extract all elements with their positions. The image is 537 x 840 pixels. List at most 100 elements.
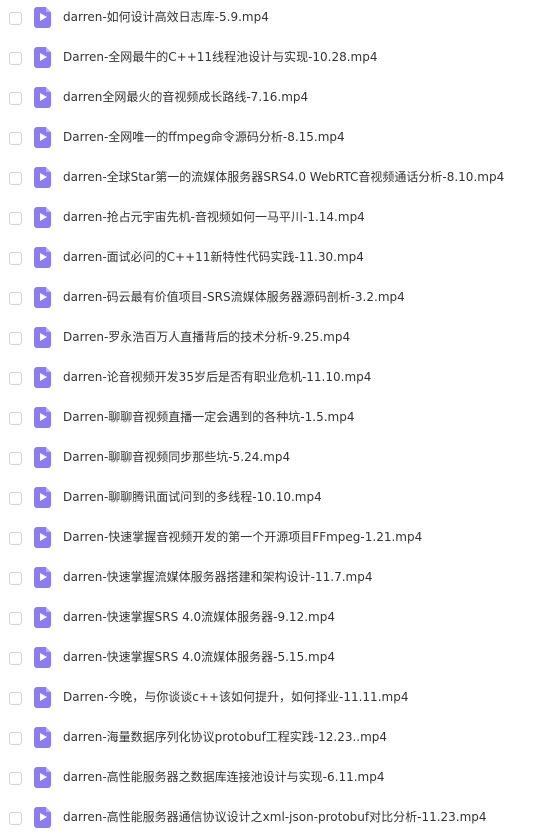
file-row[interactable]: Darren-全网唯一的ffmpeg命令源码分析-8.15.mp4 bbox=[0, 120, 537, 160]
file-row[interactable]: darren-快速掌握SRS 4.0流媒体服务器-5.15.mp4 bbox=[0, 640, 537, 680]
file-name[interactable]: Darren-今晚，与你谈谈c++该如何提升，如何择业-11.11.mp4 bbox=[63, 688, 408, 706]
video-file-icon[interactable] bbox=[34, 167, 51, 188]
file-name[interactable]: Darren-全网最牛的C++11线程池设计与实现-10.28.mp4 bbox=[63, 48, 378, 66]
video-file-icon[interactable] bbox=[34, 287, 51, 308]
file-name[interactable]: darren全网最火的音视频成长路线-7.16.mp4 bbox=[63, 88, 308, 106]
file-row[interactable]: darren-高性能服务器之数据库连接池设计与实现-6.11.mp4 bbox=[0, 760, 537, 800]
file-name[interactable]: darren-快速掌握流媒体服务器搭建和架构设计-11.7.mp4 bbox=[63, 568, 373, 586]
file-corner-fold bbox=[46, 87, 51, 92]
file-row[interactable]: darren-抢占元宇宙先机-音视频如何一马平川-1.14.mp4 bbox=[0, 200, 537, 240]
file-corner-fold bbox=[46, 487, 51, 492]
video-file-icon[interactable] bbox=[34, 7, 51, 28]
file-row[interactable]: Darren-今晚，与你谈谈c++该如何提升，如何择业-11.11.mp4 bbox=[0, 680, 537, 720]
video-file-icon[interactable] bbox=[34, 247, 51, 268]
select-checkbox[interactable] bbox=[9, 252, 22, 265]
select-checkbox[interactable] bbox=[9, 772, 22, 785]
file-row[interactable]: darren-面试必问的C++11新特性代码实践-11.30.mp4 bbox=[0, 240, 537, 280]
file-name[interactable]: Darren-全网唯一的ffmpeg命令源码分析-8.15.mp4 bbox=[63, 128, 345, 146]
video-file-icon[interactable] bbox=[34, 727, 51, 748]
video-file-icon[interactable] bbox=[34, 767, 51, 788]
file-row[interactable]: darren-快速掌握流媒体服务器搭建和架构设计-11.7.mp4 bbox=[0, 560, 537, 600]
file-corner-fold bbox=[46, 247, 51, 252]
file-row[interactable]: darren-码云最有价值项目-SRS流媒体服务器源码剖析-3.2.mp4 bbox=[0, 280, 537, 320]
select-checkbox[interactable] bbox=[9, 812, 22, 825]
video-file-icon[interactable] bbox=[34, 687, 51, 708]
video-file-icon[interactable] bbox=[34, 607, 51, 628]
file-name[interactable]: darren-高性能服务器之数据库连接池设计与实现-6.11.mp4 bbox=[63, 768, 385, 786]
file-row[interactable]: darren-全球Star第一的流媒体服务器SRS4.0 WebRTC音视频通话… bbox=[0, 160, 537, 200]
file-corner-fold bbox=[46, 367, 51, 372]
file-corner-fold bbox=[46, 207, 51, 212]
select-checkbox[interactable] bbox=[9, 52, 22, 65]
video-file-icon[interactable] bbox=[34, 487, 51, 508]
file-name[interactable]: Darren-聊聊音视频直播一定会遇到的各种坑-1.5.mp4 bbox=[63, 408, 354, 426]
file-name[interactable]: Darren-聊聊腾讯面试问到的多线程-10.10.mp4 bbox=[63, 488, 322, 506]
select-checkbox[interactable] bbox=[9, 172, 22, 185]
video-file-icon[interactable] bbox=[34, 47, 51, 68]
file-row[interactable]: Darren-聊聊腾讯面试问到的多线程-10.10.mp4 bbox=[0, 480, 537, 520]
video-file-icon[interactable] bbox=[34, 127, 51, 148]
file-row[interactable]: darren-论音视频开发35岁后是否有职业危机-11.10.mp4 bbox=[0, 360, 537, 400]
select-checkbox[interactable] bbox=[9, 572, 22, 585]
file-name[interactable]: darren-论音视频开发35岁后是否有职业危机-11.10.mp4 bbox=[63, 368, 371, 386]
select-checkbox[interactable] bbox=[9, 652, 22, 665]
play-icon bbox=[40, 213, 47, 221]
select-checkbox[interactable] bbox=[9, 292, 22, 305]
file-name[interactable]: darren-如何设计高效日志库-5.9.mp4 bbox=[63, 8, 269, 26]
select-checkbox[interactable] bbox=[9, 692, 22, 705]
select-checkbox[interactable] bbox=[9, 412, 22, 425]
file-row[interactable]: darren-快速掌握SRS 4.0流媒体服务器-9.12.mp4 bbox=[0, 600, 537, 640]
select-checkbox[interactable] bbox=[9, 92, 22, 105]
file-name[interactable]: Darren-聊聊音视频同步那些坑-5.24.mp4 bbox=[63, 448, 290, 466]
play-icon bbox=[40, 693, 47, 701]
file-row[interactable]: Darren-聊聊音视频直播一定会遇到的各种坑-1.5.mp4 bbox=[0, 400, 537, 440]
file-row[interactable]: Darren-快速掌握音视频开发的第一个开源项目FFmpeg-1.21.mp4 bbox=[0, 520, 537, 560]
video-file-icon[interactable] bbox=[34, 407, 51, 428]
file-corner-fold bbox=[46, 167, 51, 172]
file-name[interactable]: darren-快速掌握SRS 4.0流媒体服务器-9.12.mp4 bbox=[63, 608, 335, 626]
file-corner-fold bbox=[46, 647, 51, 652]
select-checkbox[interactable] bbox=[9, 132, 22, 145]
video-file-icon[interactable] bbox=[34, 87, 51, 108]
video-file-icon[interactable] bbox=[34, 567, 51, 588]
file-name[interactable]: darren-码云最有价值项目-SRS流媒体服务器源码剖析-3.2.mp4 bbox=[63, 288, 405, 306]
file-name[interactable]: darren-全球Star第一的流媒体服务器SRS4.0 WebRTC音视频通话… bbox=[63, 168, 504, 186]
video-file-icon[interactable] bbox=[34, 207, 51, 228]
file-name[interactable]: Darren-罗永浩百万人直播背后的技术分析-9.25.mp4 bbox=[63, 328, 350, 346]
file-corner-fold bbox=[46, 767, 51, 772]
file-row[interactable]: darren-如何设计高效日志库-5.9.mp4 bbox=[0, 0, 537, 40]
video-file-icon[interactable] bbox=[34, 807, 51, 828]
video-file-icon[interactable] bbox=[34, 647, 51, 668]
select-checkbox[interactable] bbox=[9, 492, 22, 505]
file-row[interactable]: darren-海量数据序列化协议protobuf工程实践-12.23..mp4 bbox=[0, 720, 537, 760]
select-checkbox[interactable] bbox=[9, 212, 22, 225]
video-file-icon[interactable] bbox=[34, 367, 51, 388]
select-checkbox[interactable] bbox=[9, 732, 22, 745]
file-row[interactable]: Darren-聊聊音视频同步那些坑-5.24.mp4 bbox=[0, 440, 537, 480]
file-corner-fold bbox=[46, 327, 51, 332]
video-file-icon[interactable] bbox=[34, 327, 51, 348]
select-checkbox[interactable] bbox=[9, 372, 22, 385]
file-row[interactable]: darren-高性能服务器通信协议设计之xml-json-protobuf对比分… bbox=[0, 800, 537, 840]
file-row[interactable]: Darren-罗永浩百万人直播背后的技术分析-9.25.mp4 bbox=[0, 320, 537, 360]
file-name[interactable]: darren-快速掌握SRS 4.0流媒体服务器-5.15.mp4 bbox=[63, 648, 335, 666]
video-file-icon[interactable] bbox=[34, 527, 51, 548]
play-icon bbox=[40, 733, 47, 741]
select-checkbox[interactable] bbox=[9, 332, 22, 345]
file-name[interactable]: darren-抢占元宇宙先机-音视频如何一马平川-1.14.mp4 bbox=[63, 208, 365, 226]
file-row[interactable]: darren全网最火的音视频成长路线-7.16.mp4 bbox=[0, 80, 537, 120]
select-checkbox[interactable] bbox=[9, 612, 22, 625]
file-row[interactable]: Darren-全网最牛的C++11线程池设计与实现-10.28.mp4 bbox=[0, 40, 537, 80]
file-name[interactable]: darren-海量数据序列化协议protobuf工程实践-12.23..mp4 bbox=[63, 728, 387, 746]
file-name[interactable]: darren-面试必问的C++11新特性代码实践-11.30.mp4 bbox=[63, 248, 364, 266]
play-icon bbox=[40, 493, 47, 501]
file-corner-fold bbox=[46, 7, 51, 12]
select-checkbox[interactable] bbox=[9, 452, 22, 465]
file-name[interactable]: Darren-快速掌握音视频开发的第一个开源项目FFmpeg-1.21.mp4 bbox=[63, 528, 422, 546]
file-corner-fold bbox=[46, 727, 51, 732]
file-name[interactable]: darren-高性能服务器通信协议设计之xml-json-protobuf对比分… bbox=[63, 808, 487, 826]
select-checkbox[interactable] bbox=[9, 12, 22, 25]
select-checkbox[interactable] bbox=[9, 532, 22, 545]
video-file-icon[interactable] bbox=[34, 447, 51, 468]
play-icon bbox=[40, 533, 47, 541]
